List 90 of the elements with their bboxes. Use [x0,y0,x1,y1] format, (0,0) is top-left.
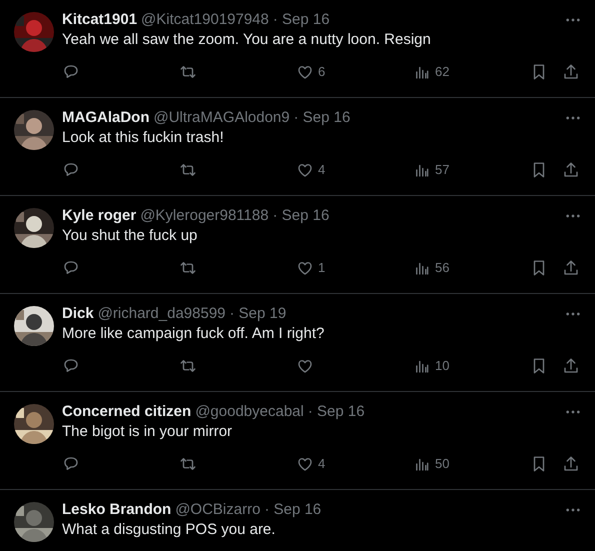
like-count: 4 [318,161,326,179]
reply-icon [62,161,80,179]
repost-button[interactable] [179,357,197,375]
reply-text: What a disgusting POS you are. [62,520,276,540]
handle[interactable]: @Kyleroger981188 [140,206,269,226]
like-button[interactable]: 4 [296,455,326,473]
more-icon [565,507,581,513]
like-icon [296,63,314,81]
display-name[interactable]: Dick [62,304,94,324]
like-icon [296,161,314,179]
post-date[interactable]: · Sep 16 [308,402,365,422]
views-button[interactable]: 62 [413,63,450,81]
display-name[interactable]: Concerned citizen [62,402,192,422]
more-button[interactable] [565,115,581,121]
more-button[interactable] [565,17,581,23]
reply-icon [62,357,80,375]
views-button[interactable]: 57 [413,161,450,179]
more-icon [565,115,581,121]
repost-button[interactable] [179,259,197,277]
share-icon [562,161,580,179]
more-button[interactable] [565,507,581,513]
more-icon [565,17,581,23]
reply-button[interactable] [62,357,80,375]
views-count: 10 [435,357,450,375]
share-button[interactable] [562,259,580,277]
share-icon [562,455,580,473]
post-date[interactable]: · Sep 16 [294,108,350,128]
like-button[interactable]: 1 [296,259,326,277]
reply-icon [62,63,80,81]
share-button[interactable] [562,161,580,179]
display-name[interactable]: Kyle roger [62,206,136,226]
share-icon [562,63,580,81]
share-button[interactable] [562,357,580,375]
like-count: 6 [318,63,326,81]
views-count: 50 [435,455,450,473]
more-button[interactable] [565,213,581,219]
repost-icon [179,455,197,473]
handle[interactable]: @Kitcat190197948 [141,10,269,30]
like-button[interactable]: 6 [296,63,326,81]
views-button[interactable]: 50 [413,455,450,473]
like-count: 1 [318,259,326,277]
display-name[interactable]: MAGAlaDon [62,108,150,128]
share-button[interactable] [562,455,580,473]
share-icon [562,259,580,277]
views-count: 62 [435,63,450,81]
more-icon [565,311,581,317]
views-count: 57 [435,161,450,179]
reply-text: The bigot is in your mirror [62,422,234,442]
like-button[interactable]: 4 [296,161,326,179]
views-button[interactable]: 56 [413,259,450,277]
more-button[interactable] [565,409,581,415]
like-icon [296,357,314,375]
repost-button[interactable] [179,161,197,179]
repost-button[interactable] [179,455,197,473]
more-icon [565,409,581,415]
post-date[interactable]: · Sep 16 [272,206,330,226]
reply-text: Look at this fuckin trash! [62,128,225,148]
like-icon [296,455,314,473]
more-icon [565,213,581,219]
repost-icon [179,161,197,179]
like-button[interactable] [296,357,314,375]
reply-button[interactable] [62,259,80,277]
share-icon [562,357,580,375]
like-icon [296,259,314,277]
post-date[interactable]: · Sep 16 [272,10,330,30]
reply-icon [62,259,80,277]
reply-icon [62,455,80,473]
repost-button[interactable] [179,63,197,81]
post-date[interactable]: · Sep 19 [230,304,286,324]
handle[interactable]: @richard_da98599 [98,304,226,324]
handle[interactable]: @goodbyecabal [195,402,304,422]
share-button[interactable] [562,63,580,81]
reply-button[interactable] [62,455,80,473]
views-count: 56 [435,259,450,277]
post-date[interactable]: · Sep 16 [264,500,322,520]
repost-icon [179,63,197,81]
repost-icon [179,357,197,375]
handle[interactable]: @OCBizarro [175,500,260,520]
reply-text: Yeah we all saw the zoom. You are a nutty loon. Resign [62,30,432,50]
display-name[interactable]: Lesko Brandon [62,500,172,520]
display-name[interactable]: Kitcat1901 [62,10,138,30]
reply-button[interactable] [62,161,80,179]
reply-button[interactable] [62,63,80,81]
more-button[interactable] [565,311,581,317]
reply-text: You shut the fuck up [62,226,198,246]
handle[interactable]: @UltraMAGAlodon9 [154,108,290,128]
reply-text: More like campaign fuck off. Am I right? [62,324,326,344]
like-count: 4 [318,455,326,473]
repost-icon [179,259,197,277]
views-button[interactable]: 10 [413,357,450,375]
